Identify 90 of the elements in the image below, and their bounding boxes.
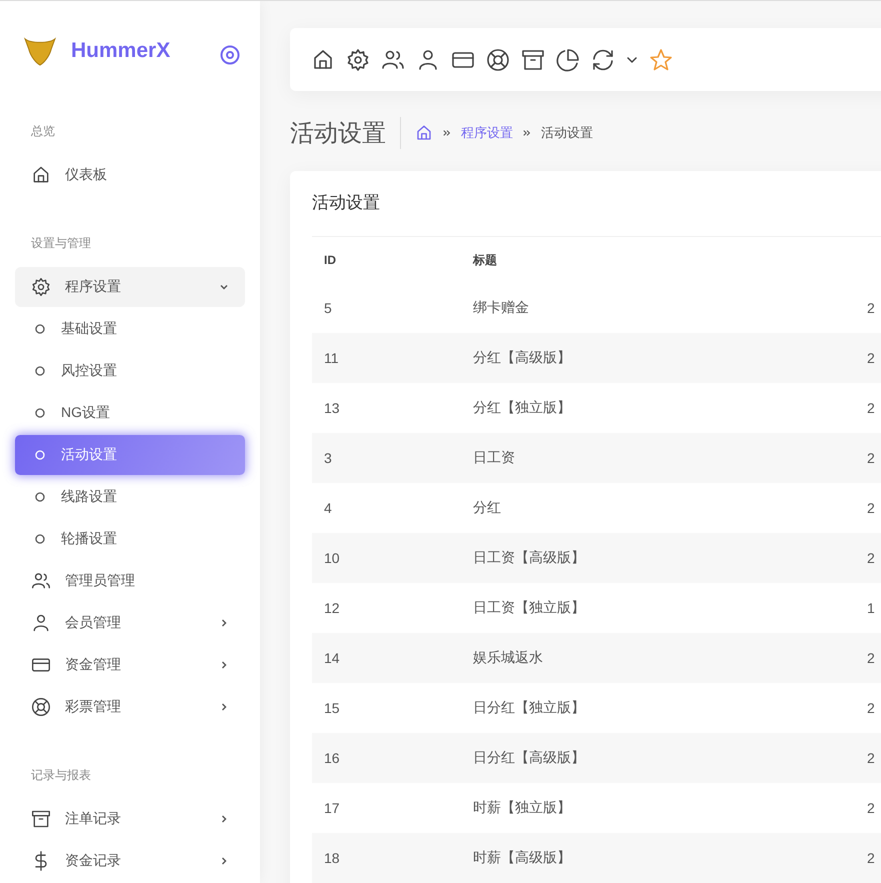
table-cell: 11 [312,333,461,383]
table-cell: 15 [312,683,461,733]
table-cell: 分红【高级版】 [461,333,855,383]
table-cell: 14 [312,633,461,683]
table-cell: 2 [855,483,881,533]
circle-icon [35,450,45,460]
gear-icon[interactable] [346,48,370,72]
lifebuoy-icon [31,697,51,717]
star-icon[interactable] [649,48,673,72]
table-cell: 娱乐城返水 [461,633,855,683]
table-cell: 日工资 [461,433,855,483]
table-cell: 10 [312,533,461,583]
circle-icon [35,492,45,502]
user-icon[interactable] [416,48,440,72]
submenu-item[interactable]: 风控设置 [15,351,245,391]
table-cell: 12 [312,583,461,633]
table-cell: 2 [855,533,881,583]
chevron-icon [219,618,229,628]
nav-item[interactable]: 会员管理 [15,603,245,643]
submenu-item[interactable]: 轮播设置 [15,519,245,559]
double-chevron-icon [523,129,531,137]
nav-item[interactable]: 彩票管理 [15,687,245,727]
table-cell: 2 [855,333,881,383]
table-cell: 2 [855,733,881,783]
table-cell: 2 [855,633,881,683]
table-cell: 1 [855,583,881,633]
table-cell: 3 [312,433,461,483]
circle-icon [35,366,45,376]
chevron-icon [219,856,229,866]
table-cell: 2 [855,683,881,733]
nav-item[interactable]: 管理员管理 [15,561,245,601]
circle-icon [35,324,45,334]
chevron-icon [219,282,229,292]
table-cell: 2 [855,833,881,883]
table-cell: 13 [312,383,461,433]
archive-icon[interactable] [521,48,545,72]
table-cell: 17 [312,783,461,833]
table-cell: 2 [855,383,881,433]
table-cell: 2 [855,783,881,833]
section-heading: 记录与报表 [30,767,92,783]
table-cell: 4 [312,483,461,533]
users-icon[interactable] [381,48,405,72]
table-cell: 日分红【高级版】 [461,733,855,783]
brand-name: HummerX [71,39,170,63]
table-cell: 5 [312,283,461,333]
table-cell: 分红【独立版】 [461,383,855,433]
chevron-icon [219,660,229,670]
chevron-icon [219,702,229,712]
submenu-item[interactable]: 线路设置 [15,477,245,517]
table-cell: 时薪【独立版】 [461,783,855,833]
user-icon [31,613,51,633]
submenu-item[interactable]: 活动设置 [15,435,245,475]
toggle-circle-icon[interactable] [220,45,240,65]
pie-icon[interactable] [556,48,580,72]
nav-item[interactable]: 注单记录 [15,799,245,839]
home-icon[interactable] [311,48,335,72]
section-heading: 设置与管理 [30,235,92,251]
card-title: 活动设置 [312,192,381,214]
submenu-item[interactable]: 基础设置 [15,309,245,349]
table-cell: 日工资【独立版】 [461,583,855,633]
circle-icon [35,534,45,544]
refresh-icon[interactable] [591,48,615,72]
column-header: ID [312,236,461,283]
nav-item[interactable]: 资金记录 [15,841,245,881]
table-cell: 2 [855,283,881,333]
section-heading: 总览 [30,123,56,139]
column-header: 标题 [461,236,855,283]
table-cell: 时薪【高级版】 [461,833,855,883]
lifebuoy-icon[interactable] [486,48,510,72]
double-chevron-icon [443,129,451,137]
home-icon [31,165,51,185]
nav-item[interactable]: 仪表板 [15,155,245,195]
nav-item[interactable]: 资金管理 [15,645,245,685]
submenu-item[interactable]: NG设置 [15,393,245,433]
table-cell: 2 [855,433,881,483]
breadcrumb-link[interactable]: 程序设置 [461,124,513,142]
table-cell: 分红 [461,483,855,533]
nav-item[interactable]: 程序设置 [15,267,245,307]
archive-icon [31,809,51,829]
page-title: 活动设置 [290,119,386,149]
table-cell: 18 [312,833,461,883]
chevron-icon [219,814,229,824]
users-icon [31,571,51,591]
table-cell: 16 [312,733,461,783]
table-cell: 日工资【高级版】 [461,533,855,583]
breadcrumb-current: 活动设置 [541,124,593,142]
gear-icon [31,277,51,297]
table-cell: 绑卡赠金 [461,283,855,333]
circle-icon [35,408,45,418]
table-cell: 日分红【独立版】 [461,683,855,733]
